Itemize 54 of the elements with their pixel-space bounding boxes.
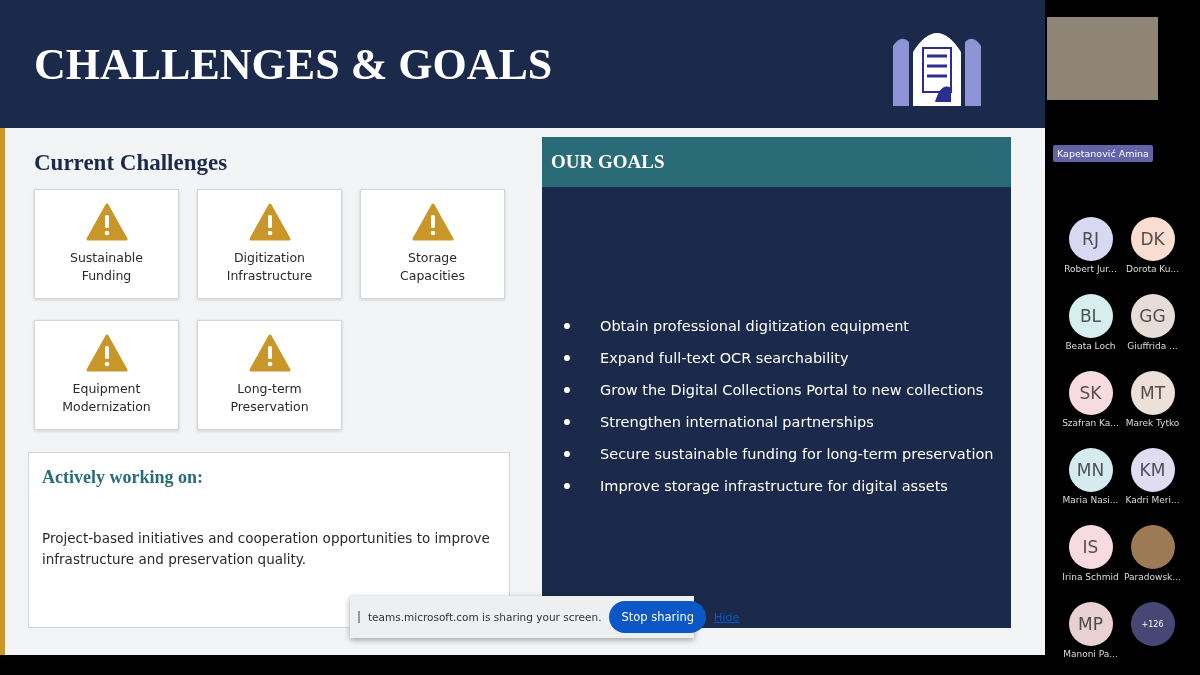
photo-placeholder: [1130, 525, 1175, 569]
bullet-icon: [564, 451, 570, 457]
bullet-icon: [564, 419, 570, 425]
participant-name: Robert Jur...: [1064, 264, 1117, 274]
goal-text: Secure sustainable funding for long-term preservation: [600, 445, 994, 464]
participant-name: Paradowsk...: [1124, 572, 1181, 582]
goal-text: Obtain professional digitization equipment: [600, 317, 909, 336]
participant-name: Maria Nasi...: [1062, 495, 1119, 505]
warning-icon: [85, 203, 128, 241]
share-message: teams.microsoft.com is sharing your screen.: [368, 611, 602, 623]
warning-icon: [85, 334, 128, 372]
warning-icon: [248, 203, 291, 241]
participant-name: Giuffrida ...: [1127, 341, 1178, 351]
participant-name: Marek Tytko: [1125, 418, 1180, 428]
goal-text: Expand full-text OCR searchability: [600, 349, 849, 368]
bullet-icon: [564, 355, 570, 361]
challenge-label: Long-term Preservation: [229, 380, 310, 416]
warning-icon: [248, 334, 291, 372]
warning-icon: [411, 203, 454, 241]
challenge-label: Sustainable Funding: [68, 249, 145, 285]
participant-name: Dorota Ku...: [1125, 264, 1180, 274]
bullet-icon: [564, 323, 570, 329]
challenge-label: Equipment Modernization: [61, 380, 152, 416]
section-heading: Current Challenges: [34, 150, 229, 176]
participant-name: Kadri Meri...: [1125, 495, 1180, 505]
challenge-label: Digitization Infrastructure: [225, 249, 314, 285]
bullet-icon: [564, 387, 570, 393]
avatar: KM: [1130, 448, 1175, 492]
stop-sharing-button[interactable]: Stop sharing: [609, 601, 707, 633]
participant-name: Beata Loch: [1065, 341, 1116, 351]
drag-handle-icon[interactable]: [358, 611, 360, 623]
participant-name: Irina Schmid: [1062, 572, 1119, 582]
avatar: BL: [1068, 294, 1113, 338]
more-participants-button[interactable]: +126: [1130, 602, 1175, 646]
avatar: RJ: [1068, 217, 1113, 261]
goal-text: Grow the Digital Collections Portal to new collections: [600, 381, 984, 400]
avatar: IS: [1068, 525, 1113, 569]
avatar: DK: [1130, 217, 1175, 261]
participant-name: Szafran Ka...: [1062, 418, 1119, 428]
info-heading: Actively working on:: [42, 467, 204, 488]
info-text: Project-based initiatives and cooperation opportunities to improve infrastructure and preservation quality.: [42, 529, 491, 569]
avatar: GG: [1130, 294, 1175, 338]
challenge-label: Storage Capacities: [399, 249, 466, 285]
goals-heading: OUR GOALS: [542, 137, 1011, 187]
slide-title: CHALLENGES & GOALS: [34, 38, 553, 90]
avatar: MN: [1068, 448, 1113, 492]
avatar: SK: [1068, 371, 1113, 415]
presenter-name: Kapetanović Amina: [1053, 145, 1153, 162]
avatar: MP: [1068, 602, 1113, 646]
goal-text: Improve storage infrastructure for digital assets: [600, 477, 948, 496]
goal-text: Strengthen international partnerships: [600, 413, 874, 432]
bullet-icon: [564, 483, 570, 489]
participant-name: Manoni Pa...: [1063, 649, 1118, 659]
avatar: MT: [1130, 371, 1175, 415]
